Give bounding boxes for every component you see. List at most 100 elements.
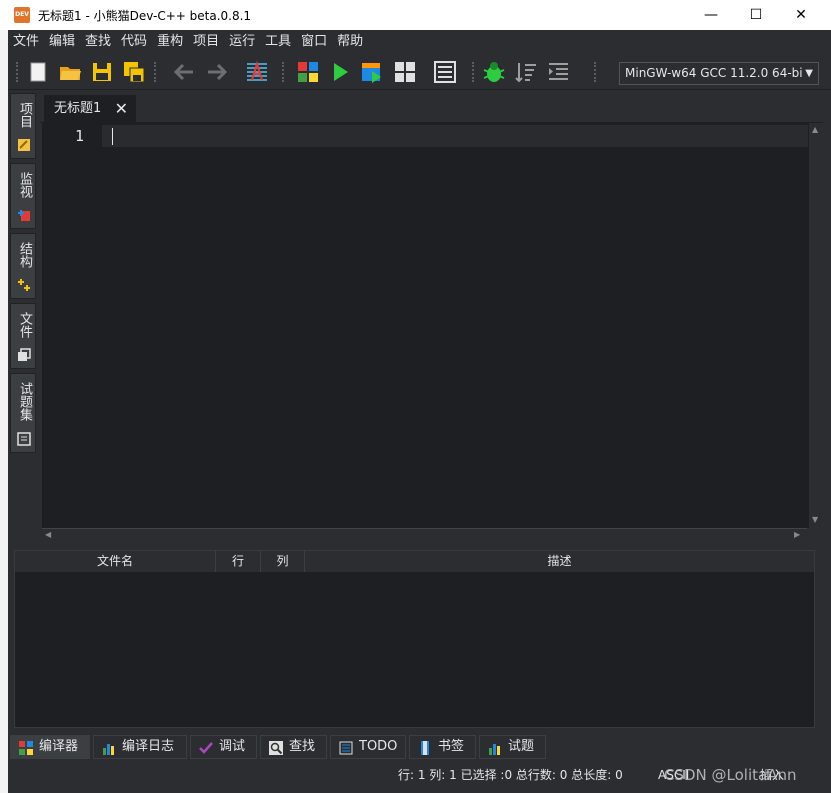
tab-label: TODO (359, 739, 398, 754)
tab-label: 查找 (289, 739, 316, 754)
scroll-left-arrow-icon[interactable]: ◀ (45, 530, 51, 539)
side-tab-label: 文件 (17, 312, 32, 338)
column-header-line[interactable]: 行 (216, 551, 261, 572)
text-caret (112, 128, 113, 145)
scroll-right-arrow-icon[interactable]: ▶ (794, 530, 800, 539)
column-header-description[interactable]: 描述 (305, 551, 814, 572)
menu-file[interactable]: 文件 (8, 30, 44, 54)
tab-label: 调试 (219, 739, 246, 754)
current-line-highlight (102, 125, 808, 147)
files-icon (18, 348, 31, 361)
toolbar-separator (282, 62, 286, 82)
menu-code[interactable]: 代码 (116, 30, 152, 54)
side-tab-project[interactable]: 项目 (10, 93, 36, 159)
compiler-grid-icon (19, 741, 33, 755)
tab-todo[interactable]: TODO (330, 735, 406, 759)
tab-compiler[interactable]: 编译器 (10, 735, 90, 759)
compile-run-icon[interactable] (360, 60, 384, 84)
run-icon[interactable] (328, 60, 352, 84)
bottom-panel-tabs: 编译器 编译日志 调试 查找 TODO 书签 试题 (10, 735, 820, 760)
window-title: 无标题1 - 小熊猫Dev-C++ beta.0.8.1 (38, 9, 252, 23)
indent-icon[interactable] (546, 60, 570, 84)
menu-project[interactable]: 项目 (188, 30, 224, 54)
side-tab-label: 结构 (17, 242, 32, 268)
tab-label: 编译器 (39, 739, 79, 754)
side-tab-label: 试题集 (17, 382, 32, 421)
code-editor[interactable]: 1 ▲ ▼ (42, 123, 823, 528)
tab-label: 书签 (438, 739, 465, 754)
tab-problems[interactable]: 试题 (479, 735, 546, 759)
scroll-up-arrow-icon[interactable]: ▲ (812, 125, 818, 134)
toolbar-separator (16, 62, 20, 82)
ide-window: DEV 无标题1 - 小熊猫Dev-C++ beta.0.8.1 — ☐ ✕ 文… (0, 0, 831, 793)
tab-search[interactable]: 查找 (260, 735, 327, 759)
column-header-filename[interactable]: 文件名 (15, 551, 216, 572)
tab-label: 试题 (508, 739, 535, 754)
line-number-gutter: 1 (42, 123, 102, 528)
todo-icon (339, 741, 353, 755)
open-folder-icon[interactable] (58, 60, 82, 84)
background-strip (0, 30, 8, 793)
back-arrow-icon[interactable] (172, 60, 196, 84)
side-tab-label: 项目 (17, 102, 32, 128)
menu-help[interactable]: 帮助 (332, 30, 368, 54)
watch-icon (18, 210, 30, 221)
bar-chart-icon (103, 744, 114, 755)
line-number: 1 (74, 127, 84, 145)
menu-edit[interactable]: 编辑 (44, 30, 80, 54)
toolbar-separator (594, 62, 598, 82)
tab-bookmarks[interactable]: 书签 (409, 735, 476, 759)
save-icon[interactable] (90, 60, 114, 84)
toggle-view-icon[interactable] (433, 60, 457, 84)
minimize-button[interactable]: — (688, 0, 734, 30)
column-header-column[interactable]: 列 (261, 551, 305, 572)
forward-arrow-icon[interactable] (205, 60, 229, 84)
side-panel-tabs: 项目 监视 结构 文件 试题集 (10, 93, 36, 453)
close-tab-icon[interactable]: ✕ (115, 95, 128, 123)
menu-bar: 文件 编辑 查找 代码 重构 项目 运行 工具 窗口 帮助 (8, 30, 831, 54)
close-button[interactable]: ✕ (778, 0, 824, 30)
side-tab-watch[interactable]: 监视 (10, 163, 36, 229)
horizontal-scrollbar[interactable]: ◀ ▶ (42, 528, 807, 542)
side-tab-problem-set[interactable]: 试题集 (10, 373, 36, 453)
editor-tab-label: 无标题1 (54, 101, 102, 116)
save-all-icon[interactable] (122, 60, 146, 84)
editor-tab-strip: 无标题1 ✕ (40, 93, 823, 123)
vertical-scrollbar[interactable]: ▲ ▼ (809, 123, 823, 528)
menu-run[interactable]: 运行 (224, 30, 260, 54)
new-file-icon[interactable] (26, 60, 50, 84)
title-bar: DEV 无标题1 - 小熊猫Dev-C++ beta.0.8.1 — ☐ ✕ (0, 0, 831, 30)
menu-tools[interactable]: 工具 (260, 30, 296, 54)
bookmark-icon (421, 741, 429, 755)
cursor-position-status: 行: 1 列: 1 已选择 :0 总行数: 0 总长度: 0 (398, 768, 623, 782)
project-icon (18, 139, 30, 151)
editor-tab-untitled[interactable]: 无标题1 ✕ (44, 95, 136, 123)
problems-chart-icon (489, 744, 500, 755)
tab-compile-log[interactable]: 编译日志 (93, 735, 187, 759)
menu-search[interactable]: 查找 (80, 30, 116, 54)
rebuild-icon[interactable] (393, 60, 417, 84)
editor-pane: 无标题1 ✕ 1 ▲ ▼ ◀ ▶ (40, 93, 823, 545)
watermark: CSDN @LolitaAnn (664, 766, 797, 784)
side-tab-label: 监视 (17, 172, 32, 198)
chevron-down-icon: ▼ (805, 68, 813, 79)
debug-bug-icon[interactable] (482, 60, 506, 84)
toolbar-separator (154, 62, 158, 82)
format-code-icon[interactable] (245, 60, 269, 84)
scroll-down-arrow-icon[interactable]: ▼ (812, 515, 818, 524)
toolbar-separator (472, 62, 476, 82)
compiler-select[interactable]: MinGW-w64 GCC 11.2.0 64-bi ▼ (619, 62, 819, 85)
compile-icon[interactable] (296, 60, 320, 84)
maximize-button[interactable]: ☐ (733, 0, 779, 30)
menu-window[interactable]: 窗口 (296, 30, 332, 54)
side-tab-structure[interactable]: 结构 (10, 233, 36, 299)
app-logo-icon: DEV (14, 7, 30, 23)
sort-icon[interactable] (514, 60, 538, 84)
compiler-select-value: MinGW-w64 GCC 11.2.0 64-bi (625, 66, 803, 80)
tab-debug[interactable]: 调试 (190, 735, 257, 759)
side-tab-files[interactable]: 文件 (10, 303, 36, 369)
magnifier-icon (269, 741, 283, 755)
menu-refactor[interactable]: 重构 (152, 30, 188, 54)
messages-table-header: 文件名 行 列 描述 (15, 551, 814, 572)
check-icon (199, 742, 213, 754)
